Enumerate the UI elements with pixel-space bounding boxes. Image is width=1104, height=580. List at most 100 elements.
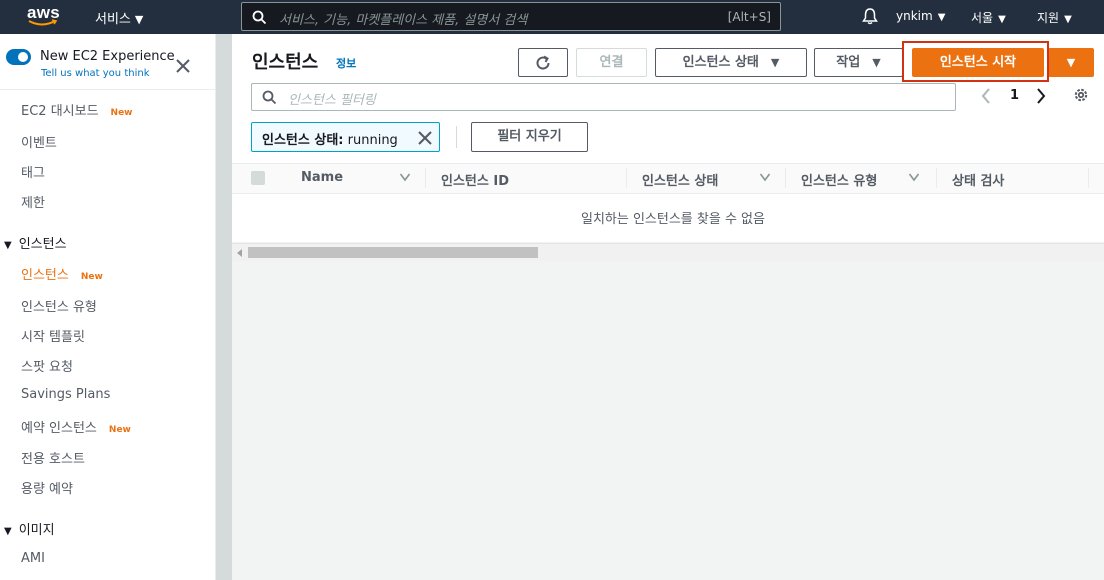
sidebar-item-instances[interactable]: 인스턴스 New xyxy=(21,264,103,283)
instance-state-button[interactable]: 인스턴스 상태 ▼ xyxy=(655,48,807,77)
refresh-icon xyxy=(536,55,550,70)
chevron-down-icon: ▼ xyxy=(134,13,144,26)
info-link[interactable]: 정보 xyxy=(336,55,356,71)
search-shortcut: [Alt+S] xyxy=(727,10,771,24)
sidebar-item-limits[interactable]: 제한 xyxy=(21,192,45,211)
sidebar-item-ec2-dashboard[interactable]: EC2 대시보드 New xyxy=(21,100,133,119)
caret-down-icon: ▼ xyxy=(4,526,12,537)
top-navigation-bar: aws 서비스 ▼ 서비스, 기능, 마켓플레이스 제품, 설명서 검색 [Alt… xyxy=(0,0,1104,34)
bell-icon[interactable] xyxy=(862,7,878,25)
sidebar-item-label: 예약 인스턴스 xyxy=(21,421,97,436)
page-title: 인스턴스 xyxy=(252,52,319,73)
user-name: ynkim xyxy=(896,9,933,23)
sidebar-item-label: EC2 대시보드 xyxy=(21,104,99,119)
sidebar-item-label: 인스턴스 유형 xyxy=(21,300,97,315)
sidebar-item-capacity-reservations[interactable]: 용량 예약 xyxy=(21,478,73,497)
aws-logo[interactable]: aws xyxy=(27,3,63,29)
sidebar-item-reserved-instances[interactable]: 예약 인스턴스 New xyxy=(21,417,131,436)
caret-down-icon: ▼ xyxy=(872,56,881,69)
aws-smile-icon xyxy=(28,19,58,26)
launch-options-dropdown[interactable]: ▼ xyxy=(1048,48,1094,77)
column-header-name[interactable]: Name xyxy=(301,170,343,185)
chevron-down-icon: ▼ xyxy=(998,14,1006,25)
chevron-down-icon: ▼ xyxy=(937,12,946,23)
actions-button[interactable]: 작업 ▼ xyxy=(814,48,903,77)
support-menu[interactable]: 지원 ▼ xyxy=(1037,9,1072,26)
new-badge: New xyxy=(80,272,103,282)
filter-placeholder: 인스턴스 필터링 xyxy=(288,93,376,108)
gear-icon[interactable] xyxy=(1072,86,1090,104)
sidebar-item-savings-plans[interactable]: Savings Plans xyxy=(21,387,110,402)
column-header-instance-id[interactable]: 인스턴스 ID xyxy=(441,170,509,189)
sidebar-item-tags[interactable]: 태그 xyxy=(21,162,45,181)
column-divider[interactable] xyxy=(936,168,937,188)
search-icon xyxy=(262,90,277,105)
clear-filters-button[interactable]: 필터 지우기 xyxy=(471,122,588,152)
caret-down-icon: ▼ xyxy=(1066,56,1076,69)
sidebar-item-label: 제한 xyxy=(21,196,45,211)
sort-icon[interactable] xyxy=(908,171,920,183)
connect-button[interactable]: 연결 xyxy=(576,48,647,77)
instance-filter-input[interactable]: 인스턴스 필터링 xyxy=(251,83,956,111)
sidebar-item-label: 이벤트 xyxy=(21,136,57,151)
new-experience-banner: New EC2 Experience Tell us what you thin… xyxy=(0,34,216,90)
select-all-checkbox[interactable] xyxy=(251,171,265,185)
new-badge: New xyxy=(108,425,131,435)
sidebar-item-ami[interactable]: AMI xyxy=(21,551,45,566)
highlight-annotation xyxy=(902,41,1049,82)
sort-icon[interactable] xyxy=(759,171,771,183)
empty-state-message: 일치하는 인스턴스를 찾을 수 없음 xyxy=(581,212,765,227)
filter-chip: 인스턴스 상태: running xyxy=(251,122,440,152)
column-header-instance-type[interactable]: 인스턴스 유형 xyxy=(801,170,877,189)
section-label: 인스턴스 xyxy=(18,237,67,252)
search-icon xyxy=(252,10,267,25)
clear-filters-label: 필터 지우기 xyxy=(497,129,562,144)
caret-down-icon: ▼ xyxy=(770,56,780,69)
sort-icon[interactable] xyxy=(399,171,411,183)
column-divider[interactable] xyxy=(425,168,426,188)
close-icon[interactable] xyxy=(418,131,432,145)
filter-chip-label: 인스턴스 상태: running xyxy=(262,129,398,148)
scroll-left-arrow-icon[interactable] xyxy=(237,249,243,257)
region-menu[interactable]: 서울 ▼ xyxy=(971,9,1006,26)
chevron-left-icon[interactable] xyxy=(980,87,992,105)
sidebar-scrollbar[interactable] xyxy=(216,34,232,580)
support-label: 지원 xyxy=(1037,11,1060,25)
scrollbar-thumb[interactable] xyxy=(248,247,538,258)
sidebar-item-launch-templates[interactable]: 시작 템플릿 xyxy=(21,326,85,345)
sidebar-item-spot-requests[interactable]: 스팟 요청 xyxy=(21,356,73,375)
global-search-input[interactable]: 서비스, 기능, 마켓플레이스 제품, 설명서 검색 [Alt+S] xyxy=(241,2,781,31)
sidebar-item-label: 인스턴스 xyxy=(21,268,69,283)
new-badge: New xyxy=(110,108,133,118)
sidebar-section-instances[interactable]: ▼ 인스턴스 xyxy=(4,233,67,252)
region-name: 서울 xyxy=(971,11,994,25)
user-menu[interactable]: ynkim ▼ xyxy=(896,9,945,23)
column-divider[interactable] xyxy=(785,168,786,188)
search-placeholder: 서비스, 기능, 마켓플레이스 제품, 설명서 검색 xyxy=(279,13,528,28)
filter-chip-value: running xyxy=(347,133,398,148)
column-header-instance-state[interactable]: 인스턴스 상태 xyxy=(642,170,718,189)
feedback-link[interactable]: Tell us what you think xyxy=(41,68,150,79)
services-label: 서비스 xyxy=(95,12,131,27)
page-number[interactable]: 1 xyxy=(1010,88,1019,103)
new-experience-title: New EC2 Experience xyxy=(40,49,175,64)
sidebar-item-instance-types[interactable]: 인스턴스 유형 xyxy=(21,296,97,315)
close-icon[interactable] xyxy=(176,59,190,73)
services-menu[interactable]: 서비스 ▼ xyxy=(95,8,143,27)
column-header-status-check[interactable]: 상태 검사 xyxy=(952,170,1004,189)
sidebar-section-images[interactable]: ▼ 이미지 xyxy=(4,519,55,538)
sidebar-item-label: 전용 호스트 xyxy=(21,452,85,467)
divider xyxy=(456,126,457,148)
sidebar-item-label: Savings Plans xyxy=(21,387,111,402)
column-divider[interactable] xyxy=(626,168,627,188)
sidebar-item-dedicated-hosts[interactable]: 전용 호스트 xyxy=(21,448,85,467)
sidebar-item-events[interactable]: 이벤트 xyxy=(21,132,57,151)
details-pane xyxy=(232,261,1104,580)
chevron-right-icon[interactable] xyxy=(1035,87,1047,105)
refresh-button[interactable] xyxy=(518,48,568,77)
instance-state-label: 인스턴스 상태 xyxy=(682,55,759,70)
section-label: 이미지 xyxy=(18,523,55,538)
sidebar: New EC2 Experience Tell us what you thin… xyxy=(0,34,216,580)
new-experience-toggle[interactable] xyxy=(6,49,31,65)
column-divider[interactable] xyxy=(1088,168,1089,188)
